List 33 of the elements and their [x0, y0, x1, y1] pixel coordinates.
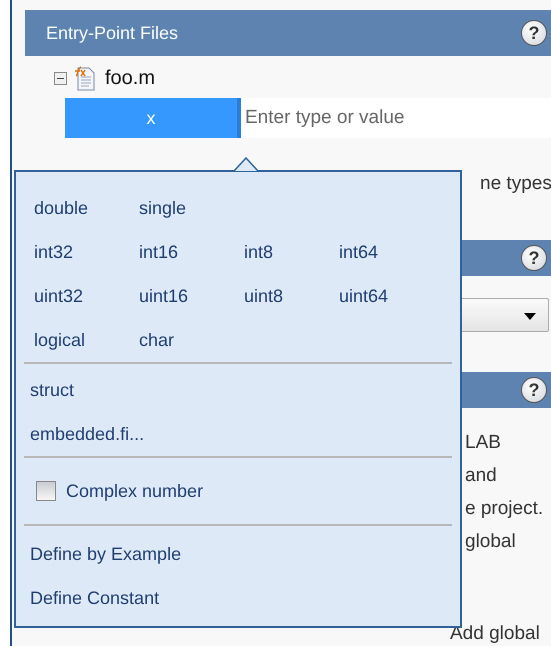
- function-file-icon: [73, 64, 97, 92]
- caret-icon: [524, 313, 536, 320]
- section-title: Entry-Point Files: [46, 22, 178, 44]
- type-option[interactable]: single: [139, 198, 244, 218]
- description-text: LAB: [465, 431, 501, 455]
- menu-item[interactable]: Define by Example: [30, 532, 460, 576]
- file-name[interactable]: foo.m: [105, 66, 156, 90]
- type-option[interactable]: uint16: [139, 286, 244, 306]
- type-option[interactable]: uint64: [339, 286, 444, 306]
- menu-item[interactable]: Define Constant: [30, 576, 460, 620]
- help-icon[interactable]: ?: [521, 245, 547, 271]
- type-option[interactable]: char: [139, 330, 244, 350]
- help-icon[interactable]: ?: [521, 20, 547, 46]
- help-icon[interactable]: ?: [521, 377, 547, 403]
- type-option[interactable]: int16: [139, 242, 244, 262]
- collapse-toggle[interactable]: [54, 72, 67, 84]
- type-option[interactable]: int8: [244, 242, 339, 262]
- description-text: and: [465, 464, 497, 488]
- type-option[interactable]: double: [34, 198, 139, 218]
- type-option[interactable]: uint32: [34, 286, 139, 306]
- description-text: global: [465, 530, 516, 554]
- type-option[interactable]: embedded.fi...: [30, 412, 460, 456]
- type-option[interactable]: logical: [34, 330, 139, 350]
- link-text[interactable]: ne types: [480, 167, 551, 200]
- checkbox-label[interactable]: Complex number: [66, 480, 204, 502]
- type-option[interactable]: int64: [339, 242, 444, 262]
- type-input-field[interactable]: Enter type or value: [241, 98, 551, 138]
- type-option[interactable]: uint8: [244, 286, 339, 306]
- description-text: e project.: [465, 497, 544, 521]
- checkbox[interactable]: [36, 481, 56, 501]
- add-global-link[interactable]: Add global: [450, 622, 540, 646]
- type-option[interactable]: struct: [30, 368, 460, 412]
- type-option[interactable]: int32: [34, 242, 139, 262]
